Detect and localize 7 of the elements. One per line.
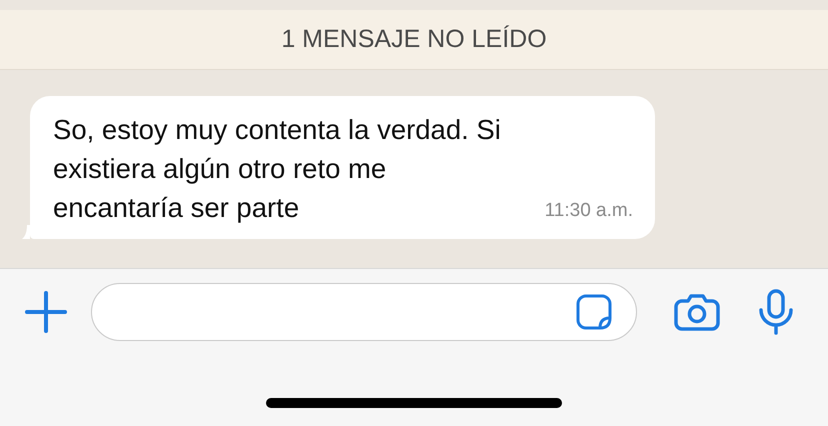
unread-banner-label: 1 MENSAJE NO LEÍDO (281, 24, 547, 55)
sticker-icon[interactable] (576, 294, 612, 330)
message-time: 11:30 a.m. (544, 198, 633, 222)
plus-icon[interactable] (25, 291, 67, 333)
microphone-icon[interactable] (758, 289, 794, 335)
message-text: So, estoy muy contenta la verdad. Si existiera algún otro reto me encantaría ser parte (53, 113, 502, 225)
camera-icon[interactable] (674, 293, 720, 331)
